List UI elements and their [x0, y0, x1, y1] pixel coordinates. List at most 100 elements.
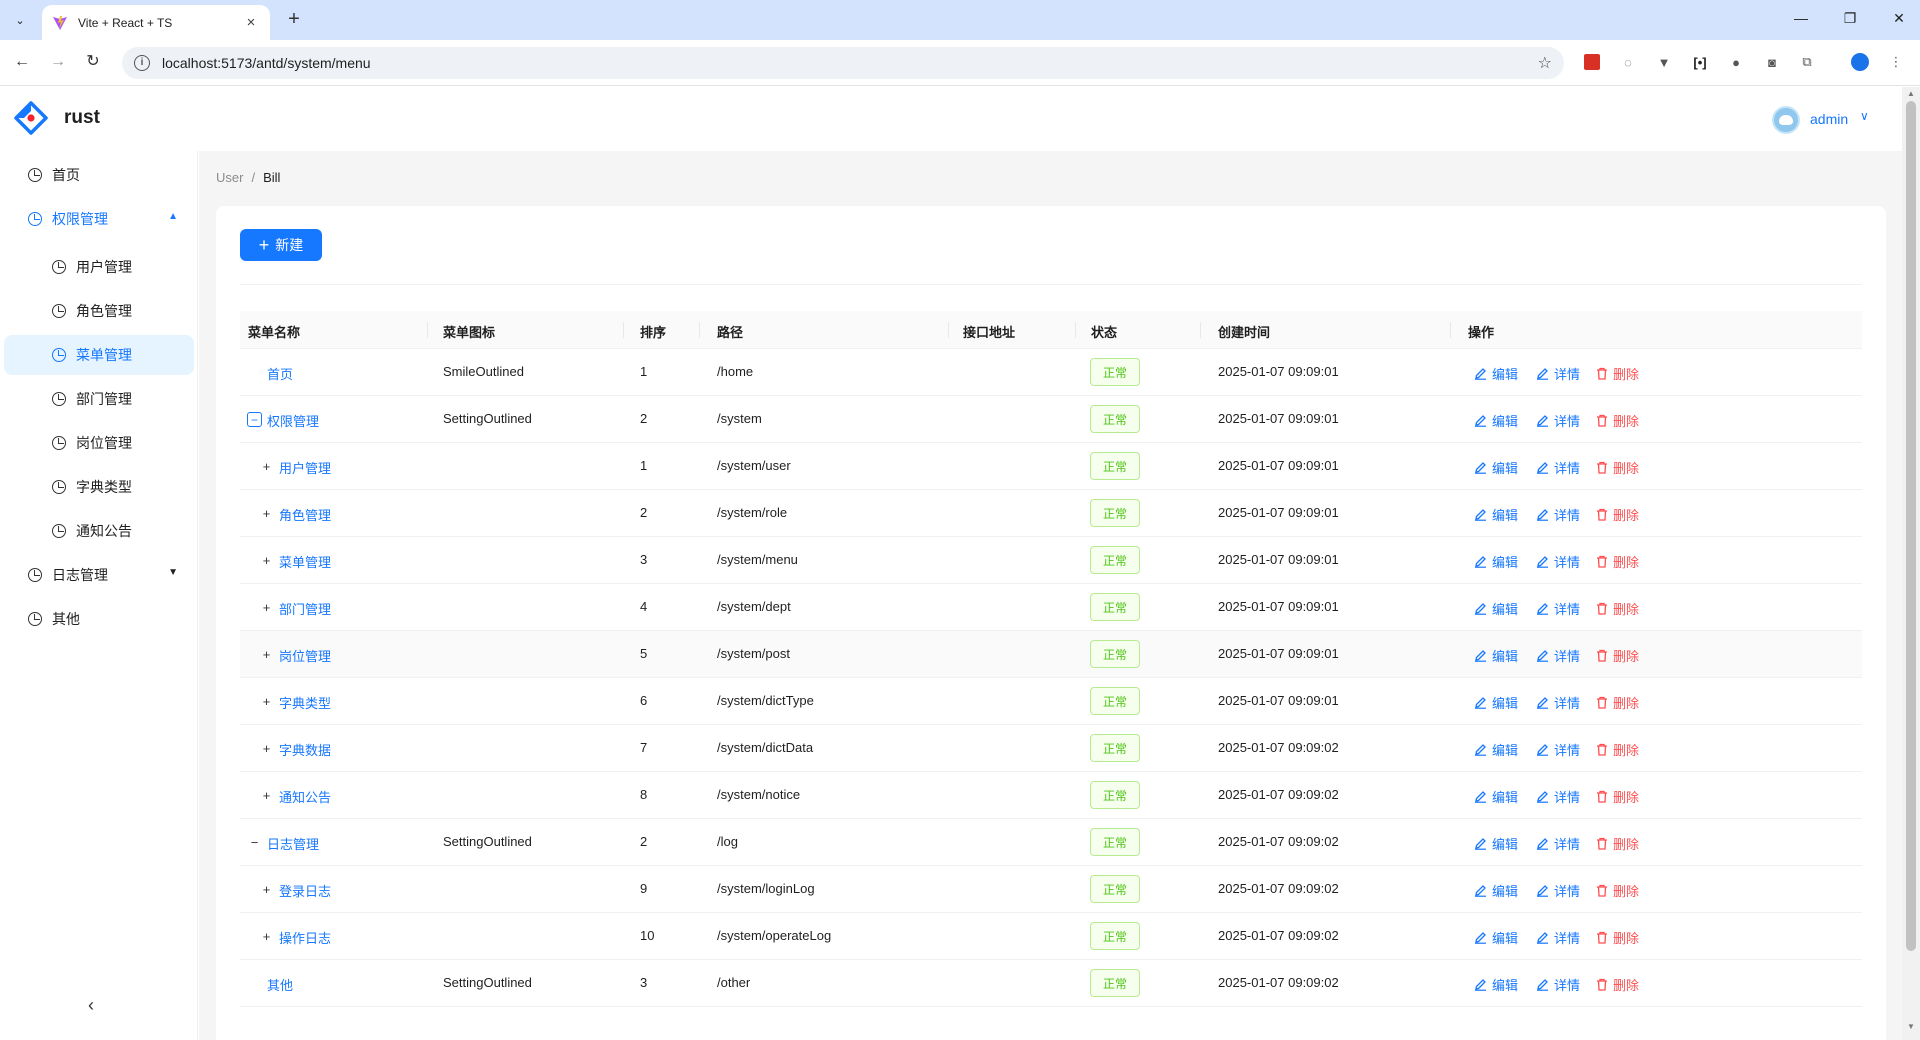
table-row[interactable]: + 用户管理 1/system/user 正常 2025-01-07 09:09:01 编… [240, 443, 1862, 490]
expand-plus-icon[interactable]: + [259, 600, 274, 615]
expand-plus-icon[interactable]: + [259, 788, 274, 803]
delete-button[interactable]: 删除 [1596, 975, 1639, 994]
delete-button[interactable]: 删除 [1596, 646, 1639, 665]
expand-plus-icon[interactable]: + [259, 553, 274, 568]
window-close-icon[interactable]: ✕ [1884, 10, 1914, 27]
collapse-minus-icon[interactable]: − [247, 412, 262, 427]
extension-vue-icon[interactable]: ▼ [1654, 52, 1674, 72]
menu-name-link[interactable]: 日志管理 [267, 834, 319, 853]
detail-button[interactable]: 详情 [1536, 505, 1580, 524]
detail-button[interactable]: 详情 [1536, 975, 1580, 994]
expand-plus-icon[interactable]: + [259, 882, 274, 897]
edit-button[interactable]: 编辑 [1474, 928, 1518, 947]
scroll-down-arrow-icon[interactable]: ▼ [1907, 1022, 1915, 1031]
detail-button[interactable]: 详情 [1536, 834, 1580, 853]
expand-plus-icon[interactable]: + [259, 506, 274, 521]
delete-button[interactable]: 删除 [1596, 740, 1639, 759]
delete-button[interactable]: 删除 [1596, 881, 1639, 900]
edit-button[interactable]: 编辑 [1474, 975, 1518, 994]
sidebar-item-permission[interactable]: 权限管理 ▲ [4, 199, 194, 239]
breadcrumb-item[interactable]: User [216, 170, 243, 185]
detail-button[interactable]: 详情 [1536, 646, 1580, 665]
delete-button[interactable]: 删除 [1596, 834, 1639, 853]
new-tab-plus-icon[interactable]: + [282, 8, 306, 32]
edit-button[interactable]: 编辑 [1474, 787, 1518, 806]
menu-name-link[interactable]: 通知公告 [279, 787, 331, 806]
address-bar[interactable]: i localhost:5173/antd/system/menu ☆ [122, 47, 1564, 79]
browser-menu-icon[interactable]: ⋮ [1886, 52, 1906, 72]
detail-button[interactable]: 详情 [1536, 787, 1580, 806]
table-row[interactable]: − 日志管理 SettingOutlined 2/log 正常 2025-01-07 09… [240, 819, 1862, 866]
delete-button[interactable]: 删除 [1596, 787, 1639, 806]
delete-button[interactable]: 删除 [1596, 364, 1639, 383]
delete-button[interactable]: 删除 [1596, 552, 1639, 571]
sidebar-item-menus[interactable]: 菜单管理 [4, 335, 194, 375]
edit-button[interactable]: 编辑 [1474, 411, 1518, 430]
table-row[interactable]: + 字典数据 7/system/dictData 正常 2025-01-07 09:09… [240, 725, 1862, 772]
table-row[interactable]: + 角色管理 2/system/role 正常 2025-01-07 09:09:01 编… [240, 490, 1862, 537]
edit-button[interactable]: 编辑 [1474, 646, 1518, 665]
delete-button[interactable]: 删除 [1596, 693, 1639, 712]
tab-search-chevron-icon[interactable]: ⌄ [8, 8, 32, 32]
new-button[interactable]: + 新建 [240, 229, 322, 261]
expand-plus-icon[interactable]: + [259, 459, 274, 474]
table-row[interactable]: − 权限管理 SettingOutlined 2/system 正常 2025-01-07… [240, 396, 1862, 443]
expand-plus-icon[interactable]: + [259, 647, 274, 662]
sidebar-item-users[interactable]: 用户管理 [4, 247, 194, 287]
delete-button[interactable]: 删除 [1596, 599, 1639, 618]
detail-button[interactable]: 详情 [1536, 740, 1580, 759]
page-scrollbar[interactable]: ▲ ▼ [1902, 87, 1920, 1040]
table-row[interactable]: + 操作日志 10/system/operateLog 正常 2025-01-07 09… [240, 913, 1862, 960]
user-avatar[interactable] [1772, 106, 1800, 134]
browser-tab[interactable]: Vite + React + TS × [42, 5, 270, 40]
edit-button[interactable]: 编辑 [1474, 599, 1518, 618]
sidebar-item-dict-types[interactable]: 字典类型 [4, 467, 194, 507]
menu-name-link[interactable]: 操作日志 [279, 928, 331, 947]
sidebar-item-roles[interactable]: 角色管理 [4, 291, 194, 331]
sidebar-item-depts[interactable]: 部门管理 [4, 379, 194, 419]
site-info-icon[interactable]: i [134, 55, 150, 71]
menu-name-link[interactable]: 登录日志 [279, 881, 331, 900]
expand-plus-icon[interactable]: + [259, 741, 274, 756]
restore-icon[interactable]: ❐ [1835, 10, 1865, 27]
edit-button[interactable]: 编辑 [1474, 834, 1518, 853]
back-arrow-icon[interactable]: ← [11, 51, 33, 73]
menu-name-link[interactable]: 字典类型 [279, 693, 331, 712]
sidebar-collapse-chevron-left-icon[interactable]: ‹ [88, 995, 94, 1016]
menu-name-link[interactable]: 角色管理 [279, 505, 331, 524]
detail-button[interactable]: 详情 [1536, 881, 1580, 900]
extension-red-icon[interactable] [1582, 52, 1602, 72]
sidebar-item-other[interactable]: 其他 [4, 599, 194, 639]
menu-name-link[interactable]: 首页 [267, 364, 293, 383]
table-row[interactable]: 首页 SmileOutlined 1/home 正常 2025-01-07 09:09:… [240, 349, 1862, 396]
table-row[interactable]: 其他 SettingOutlined 3/other 正常 2025-01-07 09:… [240, 960, 1862, 1007]
menu-name-link[interactable]: 权限管理 [267, 411, 319, 430]
detail-button[interactable]: 详情 [1536, 599, 1580, 618]
detail-button[interactable]: 详情 [1536, 928, 1580, 947]
menu-name-link[interactable]: 部门管理 [279, 599, 331, 618]
table-row[interactable]: + 登录日志 9/system/loginLog 正常 2025-01-07 09:09… [240, 866, 1862, 913]
sidebar-item-home[interactable]: 首页 [4, 155, 194, 195]
menu-name-link[interactable]: 用户管理 [279, 458, 331, 477]
collapse-minus-icon[interactable]: − [247, 835, 262, 850]
menu-name-link[interactable]: 岗位管理 [279, 646, 331, 665]
tab-close-icon[interactable]: × [242, 14, 260, 31]
user-name[interactable]: admin [1810, 111, 1848, 127]
table-row[interactable]: + 通知公告 8/system/notice 正常 2025-01-07 09:09:0… [240, 772, 1862, 819]
menu-name-link[interactable]: 其他 [267, 975, 293, 994]
edit-button[interactable]: 编辑 [1474, 881, 1518, 900]
table-row[interactable]: + 菜单管理 3/system/menu 正常 2025-01-07 09:09:01 编… [240, 537, 1862, 584]
minimize-icon[interactable]: — [1786, 10, 1816, 26]
bookmark-star-icon[interactable]: ☆ [1538, 53, 1552, 73]
reload-icon[interactable]: ↻ [82, 51, 104, 73]
sidebar-item-logs[interactable]: 日志管理 ▼ [4, 555, 194, 595]
delete-button[interactable]: 删除 [1596, 505, 1639, 524]
menu-name-link[interactable]: 字典数据 [279, 740, 331, 759]
detail-button[interactable]: 详情 [1536, 458, 1580, 477]
extensions-puzzle-icon[interactable]: ⧉ [1797, 52, 1817, 72]
delete-button[interactable]: 删除 [1596, 928, 1639, 947]
extension-bracket-icon[interactable]: [•] [1690, 52, 1710, 72]
expand-plus-icon[interactable]: + [259, 929, 274, 944]
detail-button[interactable]: 详情 [1536, 364, 1580, 383]
delete-button[interactable]: 删除 [1596, 411, 1639, 430]
